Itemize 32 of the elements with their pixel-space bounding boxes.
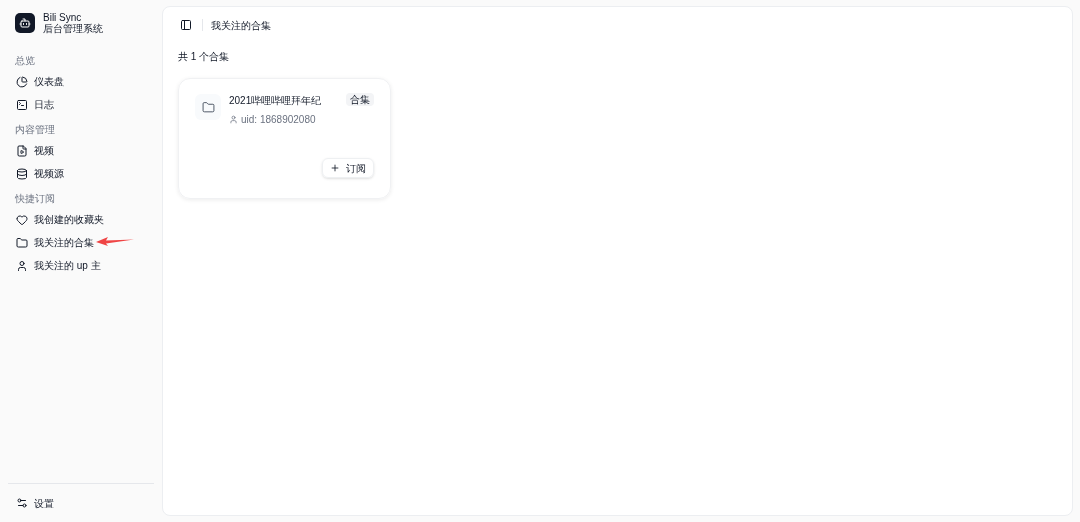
sidebar-item[interactable]: 我关注的合集 [8,231,154,254]
app-name: Bili Sync [43,12,82,23]
type-tag: 合集 [346,93,374,106]
app-subtitle: 后台管理系统 [43,23,103,34]
collection-count: 共 1 个合集 [178,50,231,64]
pie-chart-icon [16,75,28,88]
sidebar-group-label: 总览 [14,53,36,68]
sidebar-item[interactable]: 视频 [8,139,154,162]
heart-icon [16,213,28,226]
user-icon [16,259,28,272]
uid-text: uid: 1868902080 [241,113,316,127]
panel-icon [180,19,192,31]
sidebar-item[interactable]: 我关注的 up 主 [8,254,154,277]
user-icon [229,115,238,124]
breadcrumb: 我关注的合集 [211,18,271,33]
sidebar-group-label: 内容管理 [14,122,56,137]
settings-icon [16,497,28,509]
sidebar-item[interactable]: 我创建的收藏夹 [8,208,154,231]
subscribe-button[interactable]: 订阅 [322,158,374,178]
sidebar-toggle-button[interactable] [178,17,194,33]
folder-icon [16,236,28,249]
collection-title: 2021哔哩哔哩拜年纪 [229,94,323,108]
sidebar-item[interactable]: 视频源 [8,162,154,185]
video-file-icon [16,144,28,157]
sidebar-item[interactable]: 仪表盘 [8,70,154,93]
sidebar-item[interactable]: 日志 [8,93,154,116]
plus-icon [330,163,340,173]
database-icon [16,167,28,180]
sidebar-group-label: 快捷订阅 [14,191,56,206]
folder-icon [201,100,215,114]
settings-button[interactable]: 设置 [8,492,154,514]
terminal-icon [16,98,28,111]
